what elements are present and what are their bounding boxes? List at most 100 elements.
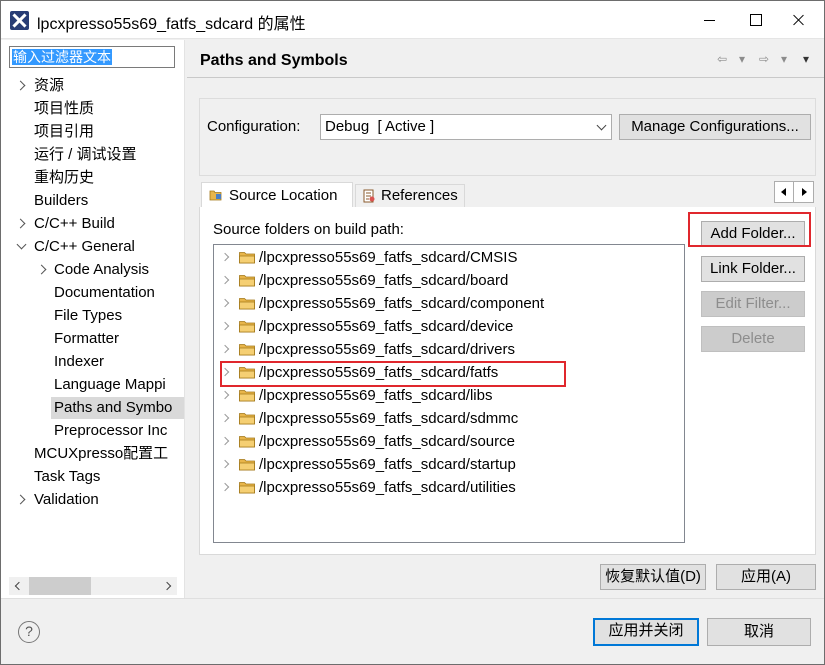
page-title: Paths and Symbols bbox=[200, 52, 348, 69]
minimize-button[interactable] bbox=[686, 1, 732, 39]
filter-input[interactable]: 输入过滤器文本 bbox=[9, 46, 175, 68]
restore-defaults-button[interactable]: 恢复默认值(D) bbox=[600, 564, 706, 590]
source-folder-icon bbox=[209, 190, 222, 201]
scrollbar-thumb[interactable] bbox=[29, 577, 91, 595]
folder-icon bbox=[239, 344, 255, 356]
folder-icon bbox=[239, 482, 255, 494]
title-bar: lpcxpresso55s69_fatfs_sdcard 的属性 bbox=[1, 1, 824, 39]
source-folder-path: /lpcxpresso55s69_fatfs_sdcard/sdmmc bbox=[259, 410, 519, 427]
folder-icon bbox=[239, 436, 255, 448]
source-folder-path: /lpcxpresso55s69_fatfs_sdcard/component bbox=[259, 295, 545, 312]
forward-menu-chevron-icon[interactable]: ▾ bbox=[781, 50, 787, 68]
chevron-right-icon[interactable] bbox=[15, 489, 27, 511]
scroll-left-icon[interactable] bbox=[9, 577, 27, 595]
tab-source-location-label: Source Location bbox=[229, 187, 338, 204]
tab-scroll-right-button[interactable] bbox=[795, 182, 814, 202]
nav-horizontal-scrollbar[interactable] bbox=[9, 577, 177, 595]
triangle-left-icon bbox=[781, 188, 786, 196]
nav-item[interactable]: 项目性质 bbox=[34, 98, 184, 120]
apply-button[interactable]: 应用(A) bbox=[716, 564, 816, 590]
nav-item[interactable]: Validation bbox=[34, 489, 184, 511]
nav-item[interactable]: MCUXpresso配置工 bbox=[34, 443, 184, 465]
chevron-right-icon[interactable] bbox=[221, 246, 233, 269]
header-divider bbox=[187, 77, 824, 78]
folder-icon bbox=[239, 390, 255, 402]
property-nav-panel: 输入过滤器文本 资源 项目性质 项目引用 运行 / 调试设置 重构历史 Builders C… bbox=[1, 40, 185, 598]
nav-item[interactable]: 运行 / 调试设置 bbox=[34, 144, 184, 166]
source-folders-label: Source folders on build path: bbox=[213, 221, 404, 238]
source-folder-path: /lpcxpresso55s69_fatfs_sdcard/startup bbox=[259, 456, 516, 473]
maximize-button[interactable] bbox=[732, 1, 778, 39]
configuration-select-value: Debug [ Active ] bbox=[325, 118, 435, 135]
delete-button[interactable]: Delete bbox=[701, 326, 805, 352]
chevron-right-icon[interactable] bbox=[221, 338, 233, 361]
nav-item[interactable]: Builders bbox=[34, 190, 184, 212]
scroll-right-icon[interactable] bbox=[159, 577, 177, 595]
folder-icon bbox=[239, 321, 255, 333]
nav-item[interactable]: Code Analysis bbox=[54, 259, 184, 281]
chevron-right-icon[interactable] bbox=[221, 292, 233, 315]
chevron-right-icon[interactable] bbox=[221, 430, 233, 453]
source-folder-path: /lpcxpresso55s69_fatfs_sdcard/libs bbox=[259, 387, 493, 404]
source-folder-path: /lpcxpresso55s69_fatfs_sdcard/board bbox=[259, 272, 509, 289]
nav-item[interactable]: Paths and Symbo bbox=[54, 397, 184, 419]
folder-icon bbox=[239, 275, 255, 287]
app-x-icon bbox=[10, 11, 29, 30]
nav-item[interactable]: Language Mappi bbox=[54, 374, 184, 396]
tab-scroll-buttons bbox=[774, 181, 814, 203]
chevron-right-icon[interactable] bbox=[36, 259, 48, 281]
nav-item[interactable]: File Types bbox=[54, 305, 184, 327]
back-arrow-icon[interactable]: ⇦ bbox=[717, 50, 727, 68]
chevron-right-icon[interactable] bbox=[221, 476, 233, 499]
nav-item[interactable]: Documentation bbox=[54, 282, 184, 304]
tab-references[interactable]: References bbox=[355, 184, 465, 208]
help-icon[interactable]: ? bbox=[18, 621, 40, 643]
nav-item[interactable]: C/C++ Build bbox=[34, 213, 184, 235]
history-navigation: ⇦ ▾ ⇨ ▾ ▾ bbox=[717, 50, 815, 68]
close-button[interactable] bbox=[776, 1, 822, 39]
source-folder-path: /lpcxpresso55s69_fatfs_sdcard/drivers bbox=[259, 341, 515, 358]
folder-icon bbox=[239, 252, 255, 264]
tab-source-location[interactable]: Source Location bbox=[201, 182, 353, 209]
footer-divider bbox=[1, 598, 824, 599]
nav-item[interactable]: 资源 bbox=[34, 75, 184, 97]
chevron-right-icon[interactable] bbox=[221, 407, 233, 430]
folder-icon bbox=[239, 298, 255, 310]
nav-item[interactable]: 项目引用 bbox=[34, 121, 184, 143]
view-menu-icon[interactable]: ▾ bbox=[803, 50, 809, 68]
chevron-right-icon[interactable] bbox=[221, 269, 233, 292]
nav-item[interactable]: C/C++ General bbox=[34, 236, 184, 258]
triangle-right-icon bbox=[802, 188, 807, 196]
filter-input-text: 输入过滤器文本 bbox=[12, 49, 112, 65]
chevron-right-icon[interactable] bbox=[15, 75, 27, 97]
chevron-right-icon[interactable] bbox=[221, 315, 233, 338]
folder-icon bbox=[239, 413, 255, 425]
nav-item[interactable]: Preprocessor Inc bbox=[54, 420, 184, 442]
chevron-down-icon[interactable] bbox=[15, 236, 27, 258]
apply-and-close-button[interactable]: 应用并关闭 bbox=[593, 618, 699, 646]
tab-scroll-left-button[interactable] bbox=[775, 182, 794, 202]
source-folder-path: /lpcxpresso55s69_fatfs_sdcard/CMSIS bbox=[259, 249, 518, 266]
chevron-down-icon bbox=[596, 120, 607, 131]
forward-arrow-icon[interactable]: ⇨ bbox=[759, 50, 769, 68]
chevron-right-icon[interactable] bbox=[221, 453, 233, 476]
nav-item[interactable]: 重构历史 bbox=[34, 167, 184, 189]
folder-icon bbox=[239, 459, 255, 471]
configuration-label: Configuration: bbox=[207, 118, 301, 135]
manage-configurations-button[interactable]: Manage Configurations... bbox=[619, 114, 811, 140]
back-menu-chevron-icon[interactable]: ▾ bbox=[739, 50, 745, 68]
edit-filter-button[interactable]: Edit Filter... bbox=[701, 291, 805, 317]
nav-item[interactable]: Task Tags bbox=[34, 466, 184, 488]
cancel-button[interactable]: 取消 bbox=[707, 618, 811, 646]
fatfs-highlight-box bbox=[220, 361, 566, 387]
chevron-right-icon[interactable] bbox=[15, 213, 27, 235]
source-folder-path: /lpcxpresso55s69_fatfs_sdcard/device bbox=[259, 318, 514, 335]
window-title: lpcxpresso55s69_fatfs_sdcard 的属性 bbox=[37, 16, 306, 33]
link-folder-button[interactable]: Link Folder... bbox=[701, 256, 805, 282]
references-icon bbox=[363, 189, 375, 203]
chevron-right-icon[interactable] bbox=[221, 384, 233, 407]
configuration-select[interactable]: Debug [ Active ] bbox=[320, 114, 612, 140]
nav-item[interactable]: Formatter bbox=[54, 328, 184, 350]
nav-item[interactable]: Indexer bbox=[54, 351, 184, 373]
tab-references-label: References bbox=[381, 187, 458, 204]
